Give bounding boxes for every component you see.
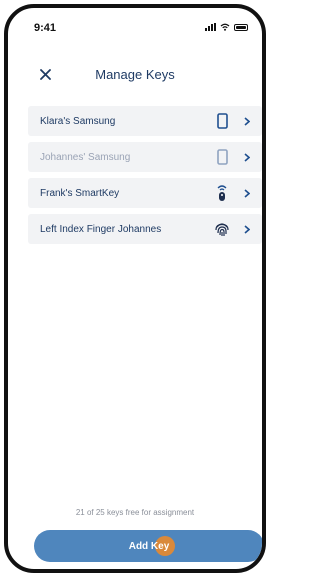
free-keys-count: 21 of 25 keys free for assignment xyxy=(75,508,195,517)
smartphone-icon xyxy=(212,147,232,167)
battery-icon xyxy=(234,23,248,31)
key-label: Johannes' Samsung xyxy=(40,151,131,163)
fingerprint-icon xyxy=(212,219,232,239)
key-row-left-index-finger[interactable]: Left Index Finger Johannes xyxy=(28,214,262,244)
signal-icon xyxy=(205,23,216,31)
status-icons xyxy=(205,23,248,31)
key-list: Klara's Samsung Johannes' Samsung Frank'… xyxy=(28,106,262,250)
key-row-franks-smartkey[interactable]: Frank's SmartKey xyxy=(28,178,262,208)
smartkey-icon xyxy=(212,183,232,203)
key-label: Klara's Samsung xyxy=(40,115,116,127)
chevron-right-icon xyxy=(242,151,252,163)
add-key-label: Add Key xyxy=(128,540,170,552)
header: Manage Keys xyxy=(8,60,262,90)
status-time: 9:41 xyxy=(34,22,57,34)
key-row-johannes-samsung[interactable]: Johannes' Samsung xyxy=(28,142,262,172)
add-key-button[interactable]: Add Key xyxy=(34,530,262,562)
chevron-right-icon xyxy=(242,223,252,235)
wifi-icon xyxy=(220,23,230,31)
key-row-klaras-samsung[interactable]: Klara's Samsung xyxy=(28,106,262,136)
chevron-right-icon xyxy=(242,187,252,199)
page-title: Manage Keys xyxy=(95,67,175,82)
key-label: Frank's SmartKey xyxy=(40,187,120,199)
phone-frame: 9:41 Manage Keys Klara's Samsung Johanne… xyxy=(4,4,266,573)
key-label: Left Index Finger Johannes xyxy=(40,223,162,235)
chevron-right-icon xyxy=(242,115,252,127)
status-bar: 9:41 xyxy=(8,8,262,44)
smartphone-icon xyxy=(212,111,232,131)
